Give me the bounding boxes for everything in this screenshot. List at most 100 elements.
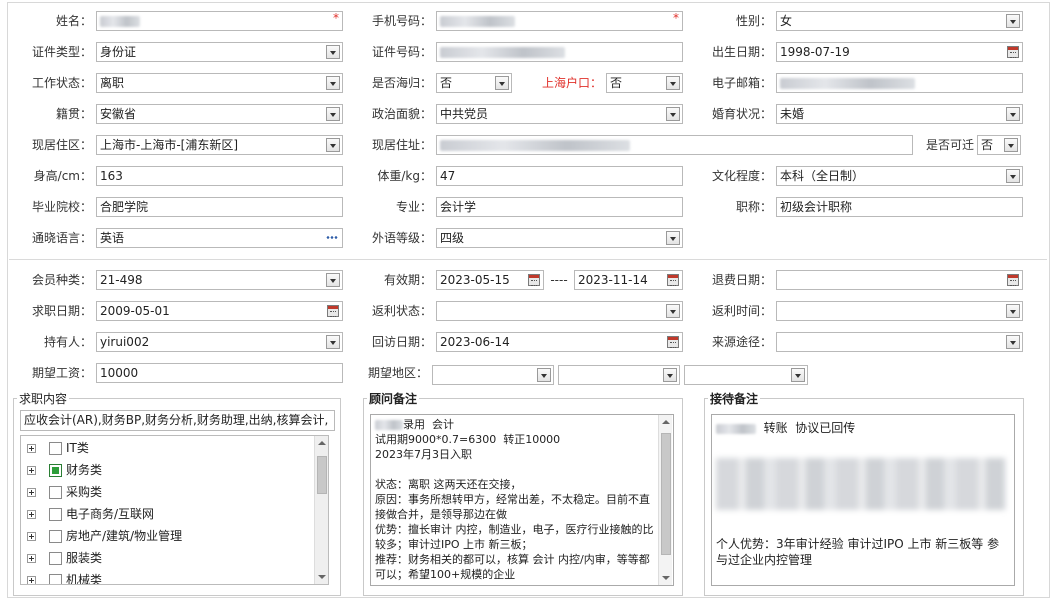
- chevron-down-icon[interactable]: [1006, 335, 1020, 349]
- area-select-2[interactable]: [558, 365, 680, 385]
- rebate-time-select[interactable]: [776, 301, 1023, 321]
- checkbox[interactable]: [49, 574, 62, 584]
- checkbox[interactable]: [49, 486, 62, 499]
- expand-icon[interactable]: [27, 466, 36, 475]
- relocate-select[interactable]: 否: [977, 135, 1021, 155]
- advisor-note-scrollbar[interactable]: [658, 415, 672, 585]
- work-status-select[interactable]: 离职: [96, 73, 343, 93]
- rebate-status-select[interactable]: [436, 301, 683, 321]
- expand-icon[interactable]: [27, 576, 36, 584]
- scroll-up-icon[interactable]: [318, 441, 326, 445]
- source-select[interactable]: [776, 332, 1023, 352]
- checkbox[interactable]: [49, 552, 62, 565]
- calendar-icon[interactable]: [528, 274, 540, 286]
- marital-select[interactable]: 未婚: [776, 104, 1023, 124]
- chevron-down-icon[interactable]: [666, 304, 680, 318]
- chevron-down-icon[interactable]: [537, 368, 551, 382]
- chevron-down-icon[interactable]: [326, 45, 340, 59]
- expand-icon[interactable]: [27, 444, 36, 453]
- chevron-down-icon[interactable]: [1006, 14, 1020, 28]
- area-select-3[interactable]: [684, 365, 808, 385]
- chevron-down-icon[interactable]: [666, 231, 680, 245]
- chevron-down-icon[interactable]: [663, 368, 677, 382]
- chevron-down-icon[interactable]: [326, 107, 340, 121]
- weight-input[interactable]: 47: [436, 166, 683, 186]
- calendar-icon[interactable]: [1007, 46, 1019, 58]
- scroll-down-icon[interactable]: [662, 576, 670, 580]
- region-select[interactable]: 上海市-上海市-[浦东新区]: [96, 135, 343, 155]
- chevron-down-icon[interactable]: [1006, 107, 1020, 121]
- calendar-icon[interactable]: [667, 336, 679, 348]
- job-title-input[interactable]: 初级会计职称: [776, 197, 1023, 217]
- language-label: 通晓语言：: [31, 231, 92, 245]
- gender-select[interactable]: 女: [776, 11, 1023, 31]
- reception-note-textarea[interactable]: 转账 协议已回传 个人优势：3年审计经验 审计过IPO 上市 新三板等 参与过企…: [711, 414, 1015, 586]
- region-label: 现居住区：: [31, 138, 92, 152]
- id-type-select[interactable]: 身份证: [96, 42, 343, 62]
- chevron-down-icon[interactable]: [666, 107, 680, 121]
- checkbox[interactable]: [49, 464, 62, 477]
- political-select[interactable]: 中共党员: [436, 104, 683, 124]
- tree-scrollbar[interactable]: [314, 436, 328, 584]
- hukou-select[interactable]: 否: [606, 73, 683, 93]
- expand-icon[interactable]: [27, 510, 36, 519]
- checkbox[interactable]: [49, 508, 62, 521]
- tree-item[interactable]: 机械类: [27, 570, 102, 584]
- lang-level-select[interactable]: 四级: [436, 228, 683, 248]
- ellipsis-icon[interactable]: [326, 236, 338, 239]
- chevron-down-icon[interactable]: [326, 76, 340, 90]
- id-number-input[interactable]: [436, 42, 683, 62]
- major-input[interactable]: 会计学: [436, 197, 683, 217]
- education-select[interactable]: 本科（全日制）: [776, 166, 1023, 186]
- phone-input[interactable]: *: [436, 11, 683, 31]
- birth-date-input[interactable]: 1998-07-19: [776, 42, 1023, 62]
- scroll-thumb[interactable]: [661, 433, 671, 555]
- calendar-icon[interactable]: [327, 305, 339, 317]
- visit-date-input[interactable]: 2023-06-14: [436, 332, 683, 352]
- calendar-icon[interactable]: [1007, 274, 1019, 286]
- chevron-down-icon[interactable]: [326, 273, 340, 287]
- tree-item[interactable]: 电子商务/互联网: [27, 504, 154, 524]
- valid-to-input[interactable]: 2023-11-14: [574, 270, 683, 290]
- valid-from-input[interactable]: 2023-05-15: [436, 270, 544, 290]
- chevron-down-icon[interactable]: [666, 76, 680, 90]
- calendar-icon[interactable]: [667, 274, 679, 286]
- origin-select[interactable]: 安徽省: [96, 104, 343, 124]
- address-input[interactable]: [436, 135, 913, 155]
- scroll-down-icon[interactable]: [318, 575, 326, 579]
- id-type-label: 证件类型：: [31, 45, 92, 59]
- refund-date-input[interactable]: [776, 270, 1023, 290]
- salary-input[interactable]: 10000: [96, 363, 343, 383]
- chevron-down-icon[interactable]: [495, 76, 509, 90]
- tree-item[interactable]: 服装类: [27, 548, 102, 568]
- name-input[interactable]: *: [96, 11, 343, 31]
- tree-item[interactable]: 财务类: [27, 460, 102, 480]
- expand-icon[interactable]: [27, 554, 36, 563]
- overseas-select[interactable]: 否: [436, 73, 512, 93]
- height-input[interactable]: 163: [96, 166, 343, 186]
- school-input[interactable]: 合肥学院: [96, 197, 343, 217]
- job-date-input[interactable]: 2009-05-01: [96, 301, 343, 321]
- tree-item[interactable]: 房地产/建筑/物业管理: [27, 526, 182, 546]
- advisor-note-textarea[interactable]: 录用 会计 试用期9000*0.7=6300 转正10000 2023年7月3日…: [370, 414, 674, 586]
- chevron-down-icon[interactable]: [1006, 304, 1020, 318]
- member-type-select[interactable]: 21-498: [96, 270, 343, 290]
- email-input[interactable]: [776, 73, 1023, 93]
- checkbox[interactable]: [49, 442, 62, 455]
- scroll-up-icon[interactable]: [662, 420, 670, 424]
- chevron-down-icon[interactable]: [326, 138, 340, 152]
- language-picker[interactable]: 英语: [96, 228, 343, 248]
- chevron-down-icon[interactable]: [1006, 169, 1020, 183]
- scroll-thumb[interactable]: [317, 456, 327, 494]
- area-select-1[interactable]: [432, 365, 554, 385]
- expand-icon[interactable]: [27, 532, 36, 541]
- checkbox[interactable]: [49, 530, 62, 543]
- holder-select[interactable]: yirui002: [96, 332, 343, 352]
- expand-icon[interactable]: [27, 488, 36, 497]
- tree-item[interactable]: IT类: [27, 438, 89, 458]
- chevron-down-icon[interactable]: [1004, 138, 1018, 152]
- job-content-summary[interactable]: 应收会计(AR),财务BP,财务分析,财务助理,出纳,核算会计,: [20, 410, 335, 431]
- chevron-down-icon[interactable]: [326, 335, 340, 349]
- chevron-down-icon[interactable]: [791, 368, 805, 382]
- tree-item[interactable]: 采购类: [27, 482, 102, 502]
